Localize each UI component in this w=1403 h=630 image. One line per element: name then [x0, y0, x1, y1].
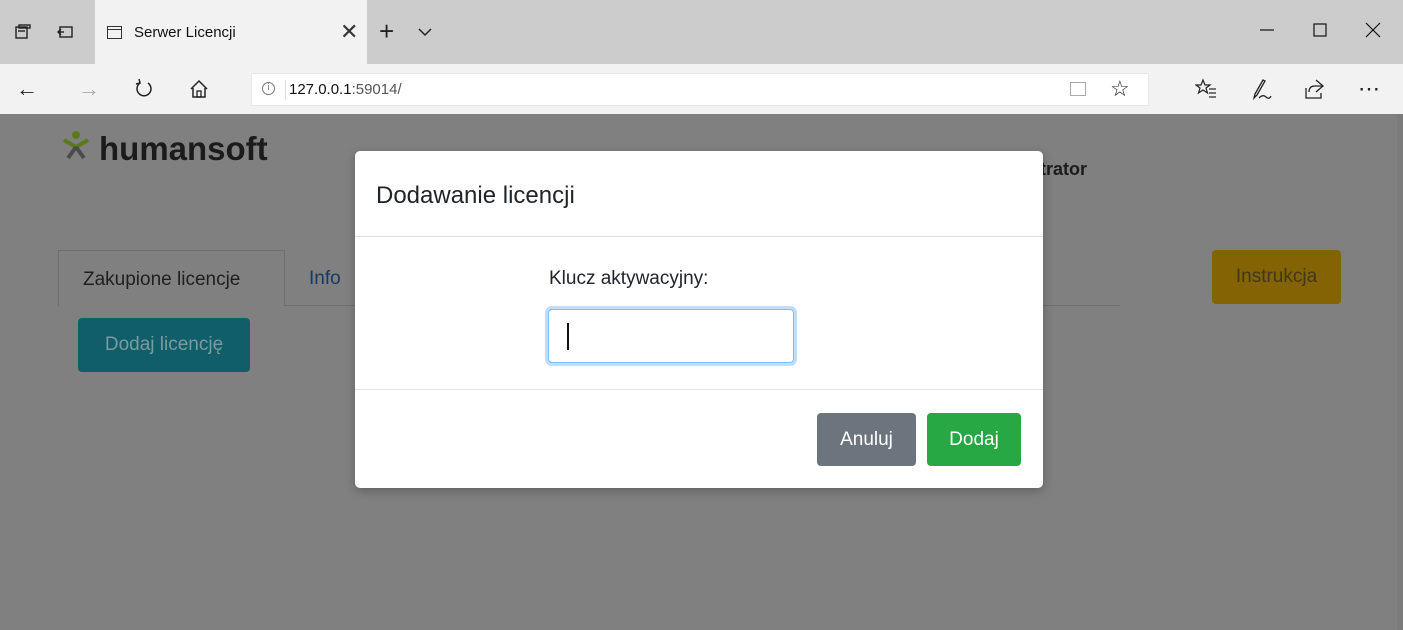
navigation-bar: ← → i 127.0.0.1:59014/ ☆ ⋯ — [0, 64, 1403, 114]
plus-icon[interactable]: + — [379, 18, 394, 44]
star-icon[interactable]: ☆ — [1110, 76, 1130, 102]
browser-window: Serwer Licencji ✕ + ← → i 127.0.0.1:5901… — [0, 0, 1403, 630]
window-edge — [1397, 114, 1403, 630]
home-icon[interactable] — [188, 78, 210, 100]
logo: humansoft — [61, 130, 268, 168]
info-icon[interactable]: i — [262, 82, 275, 95]
text-caret — [567, 323, 569, 350]
back-icon[interactable]: ← — [16, 78, 38, 100]
activation-key-label: Klucz aktywacyjny: — [549, 268, 709, 289]
instructions-button[interactable]: Instrukcja — [1212, 250, 1341, 304]
page-icon — [107, 25, 122, 39]
modal-header: Dodawanie licencji — [355, 151, 1043, 237]
maximize-icon[interactable] — [1310, 20, 1330, 40]
url-host: 127.0.0.1 — [289, 81, 352, 98]
add-license-button[interactable]: Dodaj licencję — [78, 318, 250, 372]
url-port: :59014/ — [351, 81, 402, 98]
tab-purchased-licenses[interactable]: Zakupione licencje — [58, 250, 285, 306]
add-license-modal: Dodawanie licencji Klucz aktywacyjny: An… — [355, 151, 1043, 488]
tab-info[interactable]: Info — [309, 268, 341, 290]
modal-title: Dodawanie licencji — [376, 182, 575, 209]
logo-mark-icon — [61, 130, 91, 168]
share-icon[interactable] — [1304, 78, 1326, 100]
close-tab-icon[interactable]: ✕ — [340, 21, 358, 43]
url-text[interactable]: 127.0.0.1:59014/ — [289, 81, 402, 98]
cancel-button[interactable]: Anuluj — [817, 413, 916, 466]
forward-icon[interactable]: → — [78, 78, 100, 100]
pen-icon[interactable] — [1250, 78, 1272, 101]
minimize-icon[interactable] — [1257, 20, 1277, 40]
tab-title: Serwer Licencji — [134, 23, 236, 41]
chevron-down-icon[interactable] — [418, 24, 432, 37]
favorites-icon[interactable] — [1194, 78, 1217, 100]
add-button[interactable]: Dodaj — [927, 413, 1021, 466]
url-divider — [285, 80, 286, 100]
refresh-icon[interactable] — [133, 78, 155, 100]
more-icon[interactable]: ⋯ — [1358, 78, 1380, 100]
browser-tab[interactable]: Serwer Licencji ✕ — [95, 0, 367, 64]
set-aside-tabs-icon[interactable] — [14, 23, 32, 41]
address-bar[interactable]: i 127.0.0.1:59014/ ☆ — [251, 73, 1149, 106]
activation-key-input[interactable] — [548, 309, 794, 363]
modal-footer: Anuluj Dodaj — [355, 389, 1043, 488]
tab-preview-icon[interactable] — [56, 23, 74, 41]
reading-view-icon[interactable] — [1070, 82, 1086, 96]
close-icon[interactable] — [1363, 20, 1383, 40]
tab-purchased-licenses-label: Zakupione licencje — [83, 269, 241, 290]
tab-strip: Serwer Licencji ✕ + — [0, 0, 1403, 64]
logo-text: humansoft — [99, 130, 268, 167]
